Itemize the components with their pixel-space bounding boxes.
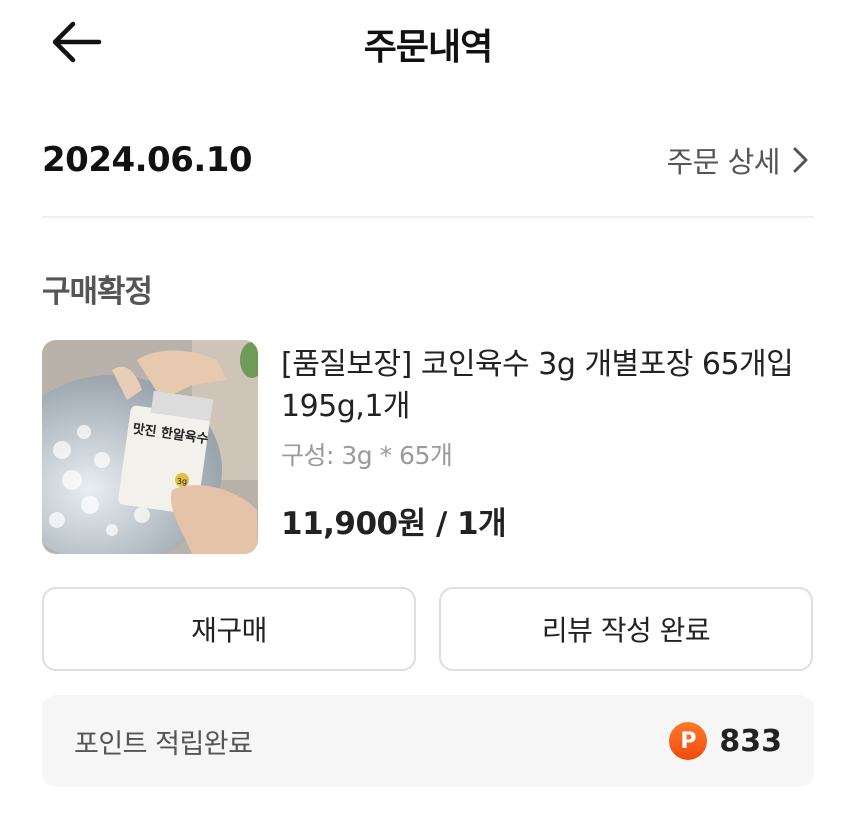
points-value: 833	[719, 723, 782, 759]
points-label: 포인트 적립완료	[74, 728, 253, 760]
review-complete-button[interactable]: 리뷰 작성 완료	[439, 587, 813, 671]
order-history-screen: 주문내역 2024.06.10 주문 상세 구매확정 맛진 한알육수 3g [품…	[0, 0, 856, 821]
order-date: 2024.06.10	[42, 140, 253, 180]
product-option: 구성: 3g * 65개	[281, 441, 453, 470]
point-coin-icon: P	[669, 722, 708, 760]
points-earned-panel: 포인트 적립완료 P 833	[42, 695, 814, 787]
order-status: 구매확정	[42, 274, 153, 310]
divider	[42, 216, 814, 218]
product-info: [품질보장] 코인육수 3g 개별포장 65개입 195g,1개 구성: 3g …	[281, 344, 821, 543]
product-photo: 맛진 한알육수 3g	[42, 340, 258, 554]
page-title: 주문내역	[363, 27, 493, 68]
rebuy-button[interactable]: 재구매	[42, 587, 416, 671]
package-sublabel: 3g	[177, 477, 187, 486]
chevron-right-icon	[793, 147, 808, 173]
product-image[interactable]: 맛진 한알육수 3g	[42, 340, 258, 554]
order-detail-link[interactable]: 주문 상세	[667, 139, 810, 181]
header: 주문내역	[0, 0, 856, 90]
product-price: 11,900원 / 1개	[281, 506, 507, 542]
order-detail-label: 주문 상세	[666, 145, 781, 179]
order-date-row: 2024.06.10 주문 상세	[42, 128, 814, 192]
product-name[interactable]: [품질보장] 코인육수 3g 개별포장 65개입 195g,1개	[281, 344, 821, 428]
points-amount: P 833	[669, 722, 782, 760]
